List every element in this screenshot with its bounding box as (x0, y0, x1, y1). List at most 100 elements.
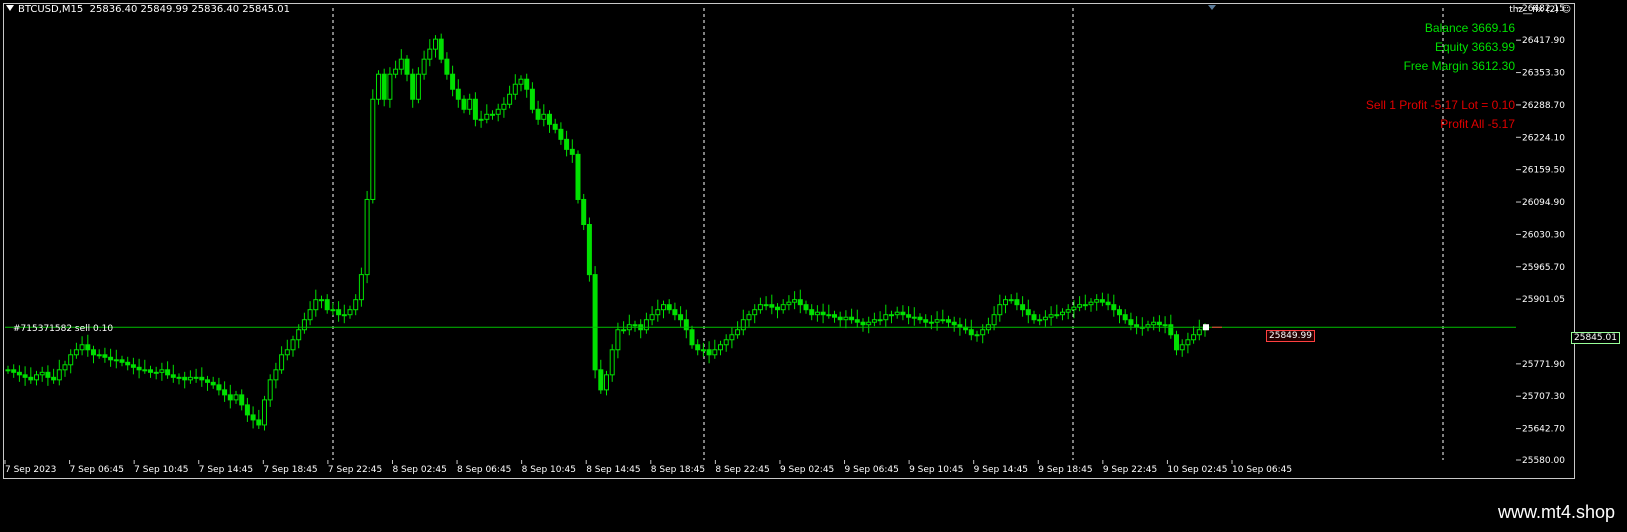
y-tick-label: 26159.50 (1522, 166, 1565, 176)
trade-summary-text: Sell 1 Profit -5.17 Lot = 0.10 (1365, 98, 1515, 112)
candle-body (28, 376, 34, 381)
indicator-label: thz__fix (2) ☺ (1509, 5, 1571, 15)
candle-body (854, 319, 860, 323)
candle-body (991, 314, 997, 326)
candle-body (16, 371, 22, 376)
candle-body (313, 299, 319, 311)
candle-body (792, 299, 798, 303)
candle-body (290, 339, 296, 351)
candle-body (199, 376, 205, 381)
candle-body (45, 371, 51, 378)
candle-body (797, 299, 803, 306)
candle-body (478, 118, 484, 121)
candle-body (393, 68, 399, 75)
chart-window[interactable]: 26482.15 26417.90 26353.30 26288.70 26224.10… (0, 0, 1627, 532)
candle-body (1054, 314, 1060, 317)
candle-body (740, 319, 746, 331)
candle-body (729, 334, 735, 341)
candle-body (1048, 314, 1054, 318)
current-price-tag: 25845.01 (1571, 332, 1620, 344)
candle-body (410, 73, 416, 100)
x-tick-label: 8 Sep 18:45 (651, 465, 705, 475)
candle-body (1094, 299, 1100, 303)
candle-body (62, 364, 68, 371)
candle-body (119, 359, 125, 363)
x-tick-label: 9 Sep 14:45 (974, 465, 1028, 475)
candle-body (558, 128, 564, 140)
free-margin-text: Free Margin 3612.30 (1403, 59, 1515, 73)
candle-body (307, 309, 313, 321)
candle-body (894, 311, 900, 316)
candle-body (108, 356, 114, 361)
candle-body (353, 299, 359, 311)
candle-body (22, 374, 28, 378)
candle-body (279, 354, 285, 371)
x-tick-label: 10 Sep 02:45 (1167, 465, 1227, 475)
candle-body (518, 78, 524, 85)
candle-body (666, 304, 672, 311)
candle-body (239, 394, 245, 406)
candle-body (843, 316, 849, 321)
x-tick-label: 8 Sep 10:45 (522, 465, 576, 475)
balance-text: Balance 3669.16 (1424, 21, 1515, 35)
candle-body (472, 98, 478, 120)
order-label[interactable]: #715371582 sell 0.10 (13, 324, 113, 334)
shift-marker-icon (1208, 5, 1216, 10)
candle-body (866, 321, 872, 326)
candle-body (803, 304, 809, 311)
candle-body (381, 73, 387, 100)
candle-body (706, 349, 712, 356)
candle-body (541, 113, 547, 120)
candle-body (358, 274, 364, 301)
candle-body (786, 301, 792, 306)
candle-body (467, 98, 473, 110)
x-tick-label: 8 Sep 22:45 (715, 465, 769, 475)
candle-body (56, 369, 62, 381)
candle-body (216, 384, 222, 391)
candle-body (968, 329, 974, 336)
x-tick-label: 7 Sep 06:45 (70, 465, 124, 475)
candle-body (621, 329, 627, 332)
candle-body (444, 58, 450, 75)
candle-body (376, 73, 381, 100)
candle-body (347, 309, 353, 316)
candle-body (1065, 309, 1071, 313)
y-tick-label: 26224.10 (1522, 133, 1565, 143)
candle-body (461, 98, 467, 110)
candle-body (883, 314, 889, 321)
candle-body (324, 299, 330, 311)
candle-body (1168, 324, 1174, 336)
candle-body (1174, 334, 1179, 351)
x-tick-label: 7 Sep 14:45 (199, 465, 253, 475)
candle-body (34, 374, 39, 381)
candle-body (1122, 314, 1128, 321)
candle-body (581, 198, 587, 226)
candle-body (757, 304, 763, 311)
candle-body (370, 98, 376, 200)
candle-body (438, 38, 444, 60)
candle-body (1037, 319, 1043, 322)
candle-body (592, 274, 598, 371)
candle-body (5, 369, 11, 372)
candle-body (906, 314, 912, 318)
candle-body (672, 309, 678, 316)
candle-body (974, 334, 980, 337)
candle-body (746, 314, 752, 321)
candle-body (655, 309, 661, 316)
candle-body (923, 319, 929, 323)
dropdown-triangle-icon[interactable] (6, 5, 14, 11)
y-tick-label: 25965.70 (1522, 263, 1565, 273)
price-chart[interactable]: 26482.1526417.9026353.3026288.7026224.10… (0, 0, 1627, 532)
candle-body (775, 306, 780, 311)
candle-body (404, 58, 410, 75)
candle-body (683, 319, 689, 331)
candle-body (170, 374, 176, 378)
candle-body (73, 349, 79, 356)
candle-body (689, 329, 695, 346)
candle-body (148, 369, 153, 373)
candle-body (341, 314, 347, 317)
candle-body (330, 309, 336, 312)
candle-body (826, 314, 832, 317)
candle-body (512, 83, 518, 95)
candle-body (524, 78, 530, 90)
